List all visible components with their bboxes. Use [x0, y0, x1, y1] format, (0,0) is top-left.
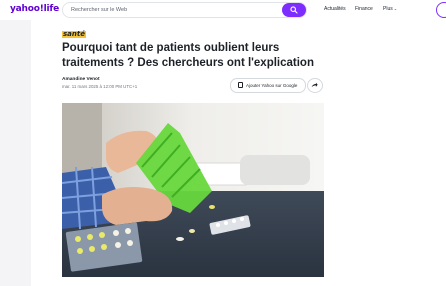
- share-button[interactable]: [307, 78, 323, 93]
- bookmark-icon: [238, 82, 243, 88]
- nav-actualites[interactable]: Actualités: [324, 6, 346, 12]
- search-icon: [290, 6, 298, 14]
- left-gutter: [0, 0, 31, 286]
- nav-finance[interactable]: Finance: [355, 6, 373, 12]
- nav-plus-label: Plus: [383, 6, 393, 12]
- chevron-down-icon: ⌄: [393, 6, 398, 11]
- search-input[interactable]: [71, 3, 271, 17]
- section-tag[interactable]: santé: [62, 31, 86, 38]
- add-yahoo-google-label: Ajouter Yahoo sur Google: [246, 83, 298, 88]
- top-header: yahoo!life Actualités Finance Plus⌄: [0, 0, 446, 20]
- article-date: mar. 11 mars 2025 à 12:00 PM UTC+1: [62, 84, 138, 89]
- article-author[interactable]: Amandine Venot: [62, 77, 100, 82]
- yahoo-life-logo[interactable]: yahoo!life: [10, 4, 59, 14]
- search-bar: [62, 2, 307, 18]
- share-icon: [311, 82, 318, 88]
- avatar[interactable]: [436, 2, 446, 18]
- article-title: Pourquoi tant de patients oublient leurs…: [62, 42, 314, 69]
- article-hero-image: [62, 103, 324, 277]
- search-button[interactable]: [282, 3, 306, 17]
- add-yahoo-google-button[interactable]: Ajouter Yahoo sur Google: [230, 78, 306, 93]
- nav-plus[interactable]: Plus⌄: [383, 6, 397, 12]
